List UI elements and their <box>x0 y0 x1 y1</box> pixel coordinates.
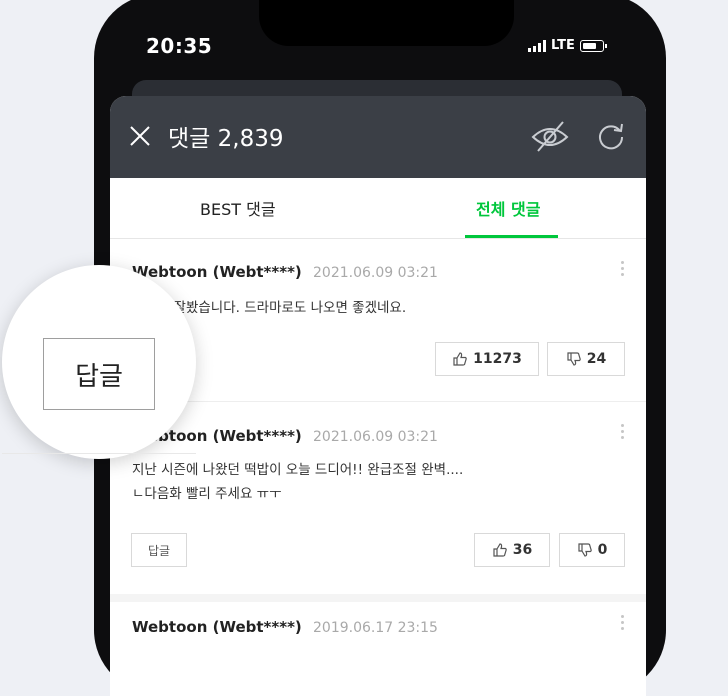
dislike-count: 24 <box>586 351 607 367</box>
like-button[interactable]: 11273 <box>435 342 539 376</box>
like-count: 36 <box>512 542 533 558</box>
more-options-icon[interactable] <box>619 615 625 635</box>
comment-line: ㄴ다음화 빨리 주세요 ㅠㅜ <box>132 486 282 502</box>
dislike-button[interactable]: 0 <box>559 533 625 567</box>
network-label: LTE <box>551 38 575 53</box>
comments-title: 댓글 2,839 <box>168 126 284 152</box>
tab-all-comments[interactable]: 전체 댓글 <box>476 196 540 220</box>
magnifier-callout: 답글 <box>2 265 196 459</box>
thumbs-down-icon <box>567 352 581 366</box>
comment-author: Webtoon (Webt****) <box>132 618 302 636</box>
comment-item: Webtoon (Webt****) 2019.06.17 23:15 <box>110 602 646 696</box>
comment-line: 지난 시즌에 나왔던 떡밥이 오늘 드디어!! 완급조절 완벽.... <box>132 462 464 478</box>
signal-icon <box>528 39 546 52</box>
comment-text: 지난 시즌에 나왔던 떡밥이 오늘 드디어!! 완급조절 완벽.... ㄴ다음화… <box>132 458 463 506</box>
dislike-count: 0 <box>597 542 608 558</box>
magnified-reply-button[interactable]: 답글 <box>43 338 155 410</box>
phone-notch <box>259 0 514 46</box>
comment-date: 2019.06.17 23:15 <box>313 620 438 636</box>
status-time: 20:35 <box>146 34 213 58</box>
battery-icon <box>579 39 607 52</box>
like-count: 11273 <box>473 351 522 367</box>
dislike-button[interactable]: 24 <box>547 342 625 376</box>
magnifier-divider <box>2 453 196 454</box>
comments-sheet: 댓글 2,839 BEST 댓글 전체 댓글 Webtoon (Webt****… <box>110 96 646 696</box>
refresh-icon[interactable] <box>595 120 627 152</box>
thumbs-down-icon <box>578 543 592 557</box>
hide-eye-icon[interactable] <box>530 118 570 154</box>
comment-date: 2021.06.09 03:21 <box>313 265 438 281</box>
thumbs-up-icon <box>493 543 507 557</box>
like-button[interactable]: 36 <box>474 533 550 567</box>
status-indicators: LTE <box>528 38 607 53</box>
active-tab-indicator <box>465 235 558 238</box>
comment-item: Webtoon (Webt****) 2021.06.09 03:21 지난 시… <box>110 402 646 602</box>
comment-tabs: BEST 댓글 전체 댓글 <box>110 178 646 239</box>
comment-author: Webtoon (Webt****) <box>132 263 302 281</box>
more-options-icon[interactable] <box>619 424 625 444</box>
comment-date: 2021.06.09 03:21 <box>313 429 438 445</box>
thumbs-up-icon <box>453 352 467 366</box>
sheet-header: 댓글 2,839 <box>110 96 646 178</box>
tab-best-comments[interactable]: BEST 댓글 <box>200 196 276 220</box>
more-options-icon[interactable] <box>619 261 625 281</box>
reply-button[interactable]: 답글 <box>131 533 187 567</box>
close-icon[interactable] <box>128 124 152 148</box>
